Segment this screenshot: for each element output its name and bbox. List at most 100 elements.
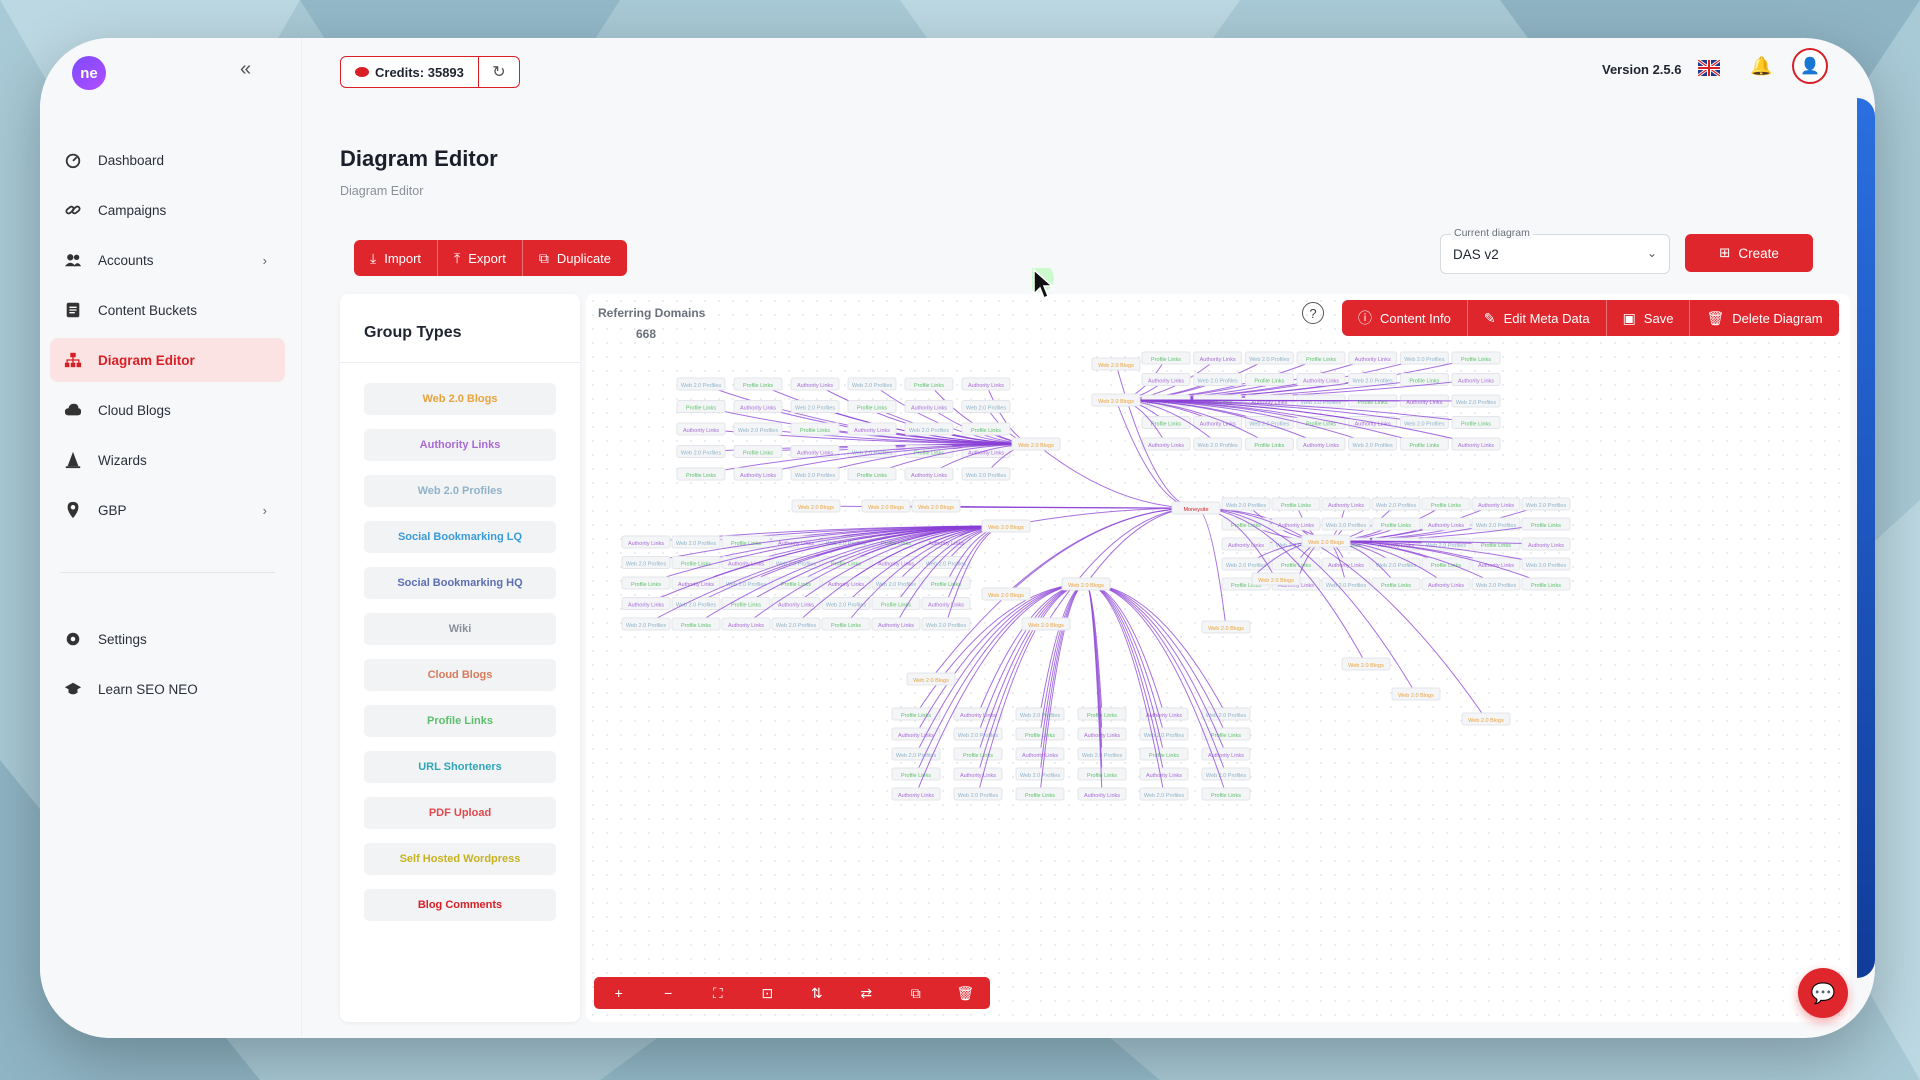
leaf-node[interactable]: Web 2.0 Profiles [733,422,783,436]
export-button[interactable]: ⤒ Export [438,240,523,276]
leaf-node[interactable]: Profile Links [1371,577,1421,591]
leaf-node[interactable]: Web 2.0 Profiles [1371,497,1421,511]
leaf-node[interactable]: Profile Links [1521,517,1571,531]
leaf-node[interactable]: Authority Links [1521,537,1571,551]
leaf-node[interactable]: Profile Links [1139,747,1189,761]
leaf-node[interactable]: Authority Links [953,767,1003,781]
leaf-node[interactable]: Web 2.0 Profiles [1193,373,1243,386]
leaf-node[interactable]: Authority Links [961,377,1011,391]
user-avatar[interactable]: 👤 [1792,48,1828,84]
leaf-node[interactable]: Web 2.0 Profiles [671,535,721,549]
web2-blog-node[interactable]: Web 2.0 Blogs [981,587,1031,601]
leaf-node[interactable]: Authority Links [1451,373,1501,386]
leaf-node[interactable]: Authority Links [1451,437,1501,451]
leaf-node[interactable]: Profile Links [1201,727,1251,741]
leaf-node[interactable]: Authority Links [733,400,783,413]
leaf-node[interactable]: Profile Links [961,422,1011,436]
leaf-node[interactable]: Authority Links [1296,373,1346,386]
leaf-node[interactable]: Web 2.0 Profiles [1244,416,1294,429]
hub-node[interactable]: Web 2.0 Blogs [981,519,1031,533]
leaf-node[interactable]: Web 2.0 Profiles [676,445,726,458]
web2-blog-node[interactable]: Web 2.0 Blogs [1391,687,1441,701]
fit-view-button[interactable]: ⛶ [704,985,732,1002]
leaf-node[interactable]: Authority Links [1077,787,1127,801]
leaf-node[interactable]: Profile Links [790,422,840,436]
leaf-node[interactable]: Web 2.0 Profiles [1244,351,1294,365]
leaf-node[interactable]: Authority Links [847,422,897,436]
leaf-node[interactable]: Authority Links [871,617,921,631]
help-icon[interactable]: ? [1302,302,1324,324]
leaf-node[interactable]: Authority Links [1321,497,1371,511]
leaf-node[interactable]: Profile Links [891,707,941,721]
sidebar-item-settings[interactable]: Settings [50,617,285,661]
leaf-node[interactable]: Web 2.0 Profiles [771,556,821,569]
current-diagram-select[interactable]: Current diagram DAS v2 ⌄ [1440,227,1670,274]
leaf-node[interactable]: Profile Links [671,617,721,631]
moneysite-node[interactable]: Moneysite [1171,501,1221,515]
leaf-node[interactable]: Profile Links [1244,437,1294,451]
leaf-node[interactable]: Authority Links [1421,577,1471,591]
hub-node[interactable]: Web 2.0 Blogs [1061,577,1111,591]
group-type-chip[interactable]: Blog Comments [364,889,556,921]
delete-node-button[interactable]: 🗑 [951,985,979,1002]
refresh-credits-button[interactable]: ↻ [479,57,519,87]
group-type-chip[interactable]: PDF Upload [364,797,556,829]
web2-blog-node[interactable]: Web 2.0 Blogs [861,499,911,513]
leaf-node[interactable]: Web 2.0 Profiles [1015,707,1065,721]
group-type-chip[interactable]: Web 2.0 Profiles [364,475,556,507]
group-type-chip[interactable]: URL Shorteners [364,751,556,783]
delete-diagram-button[interactable]: 🗑 Delete Diagram [1690,300,1838,336]
leaf-node[interactable]: Authority Links [1141,437,1191,451]
web2-blog-node[interactable]: Web 2.0 Blogs [1251,572,1301,586]
leaf-node[interactable]: Authority Links [721,617,771,631]
leaf-node[interactable]: Web 2.0 Profiles [1201,707,1251,721]
leaf-node[interactable]: Profile Links [1015,787,1065,801]
leaf-node[interactable]: Authority Links [1296,437,1346,451]
leaf-node[interactable]: Authority Links [891,787,941,801]
group-type-chip[interactable]: Social Bookmarking LQ [364,521,556,553]
sidebar-item-gbp[interactable]: GBP › [50,488,285,532]
edit-meta-data-button[interactable]: ✎ Edit Meta Data [1468,300,1607,336]
leaf-node[interactable]: Web 2.0 Profiles [671,597,721,610]
leaf-node[interactable]: Profile Links [847,467,897,481]
leaf-node[interactable]: Authority Links [921,597,971,610]
leaf-node[interactable]: Profile Links [1296,351,1346,365]
leaf-node[interactable]: Web 2.0 Profiles [790,467,840,481]
group-type-chip[interactable]: Cloud Blogs [364,659,556,691]
leaf-node[interactable]: Web 2.0 Profiles [1471,517,1521,531]
leaf-node[interactable]: Profile Links [953,747,1003,761]
leaf-node[interactable]: Authority Links [1139,767,1189,781]
web2-blog-node[interactable]: Web 2.0 Blogs [1341,657,1391,671]
leaf-node[interactable]: Authority Links [1221,537,1271,551]
leaf-node[interactable]: Web 2.0 Profiles [621,556,671,569]
diagram-canvas[interactable]: Web 2.0 Profiles Profile Links Authority L… [586,294,1850,1022]
leaf-node[interactable]: Profile Links [1141,416,1191,429]
leaf-node[interactable]: Web 2.0 Profiles [1451,394,1501,408]
leaf-node[interactable]: Web 2.0 Profiles [1521,497,1571,511]
leaf-node[interactable]: Authority Links [1015,747,1065,761]
leaf-node[interactable]: Web 2.0 Profiles [953,787,1003,801]
web2-blog-node[interactable]: Web 2.0 Blogs [791,499,841,513]
leaf-node[interactable]: Profile Links [1421,497,1471,511]
leaf-node[interactable]: Web 2.0 Profiles [676,377,726,391]
leaf-node[interactable]: Web 2.0 Profiles [1321,577,1371,591]
leaf-node[interactable]: Web 2.0 Profiles [961,467,1011,481]
leaf-node[interactable]: Web 2.0 Profiles [721,576,771,590]
leaf-node[interactable]: Profile Links [733,445,783,458]
leaf-node[interactable]: Web 2.0 Profiles [847,377,897,391]
collapse-sidebar-icon[interactable]: « [240,58,251,81]
leaf-node[interactable]: Authority Links [733,467,783,481]
web2-blog-node[interactable]: Web 2.0 Blogs [906,672,956,686]
leaf-node[interactable]: Authority Links [904,467,954,481]
leaf-node[interactable]: Web 2.0 Profiles [1221,497,1271,511]
leaf-node[interactable]: Authority Links [1471,557,1521,571]
sidebar-item-dashboard[interactable]: Dashboard [50,138,285,182]
leaf-node[interactable]: Profile Links [1201,787,1251,801]
leaf-node[interactable]: Profile Links [847,400,897,413]
import-button[interactable]: ⤓ Import [354,240,439,276]
leaf-node[interactable]: Web 2.0 Profiles [1139,787,1189,801]
group-type-chip[interactable]: Web 2.0 Blogs [364,383,556,415]
web2-blog-node[interactable]: Web 2.0 Blogs [1201,620,1251,634]
leaf-node[interactable]: Authority Links [1141,373,1191,386]
leaf-node[interactable]: Profile Links [921,576,971,590]
